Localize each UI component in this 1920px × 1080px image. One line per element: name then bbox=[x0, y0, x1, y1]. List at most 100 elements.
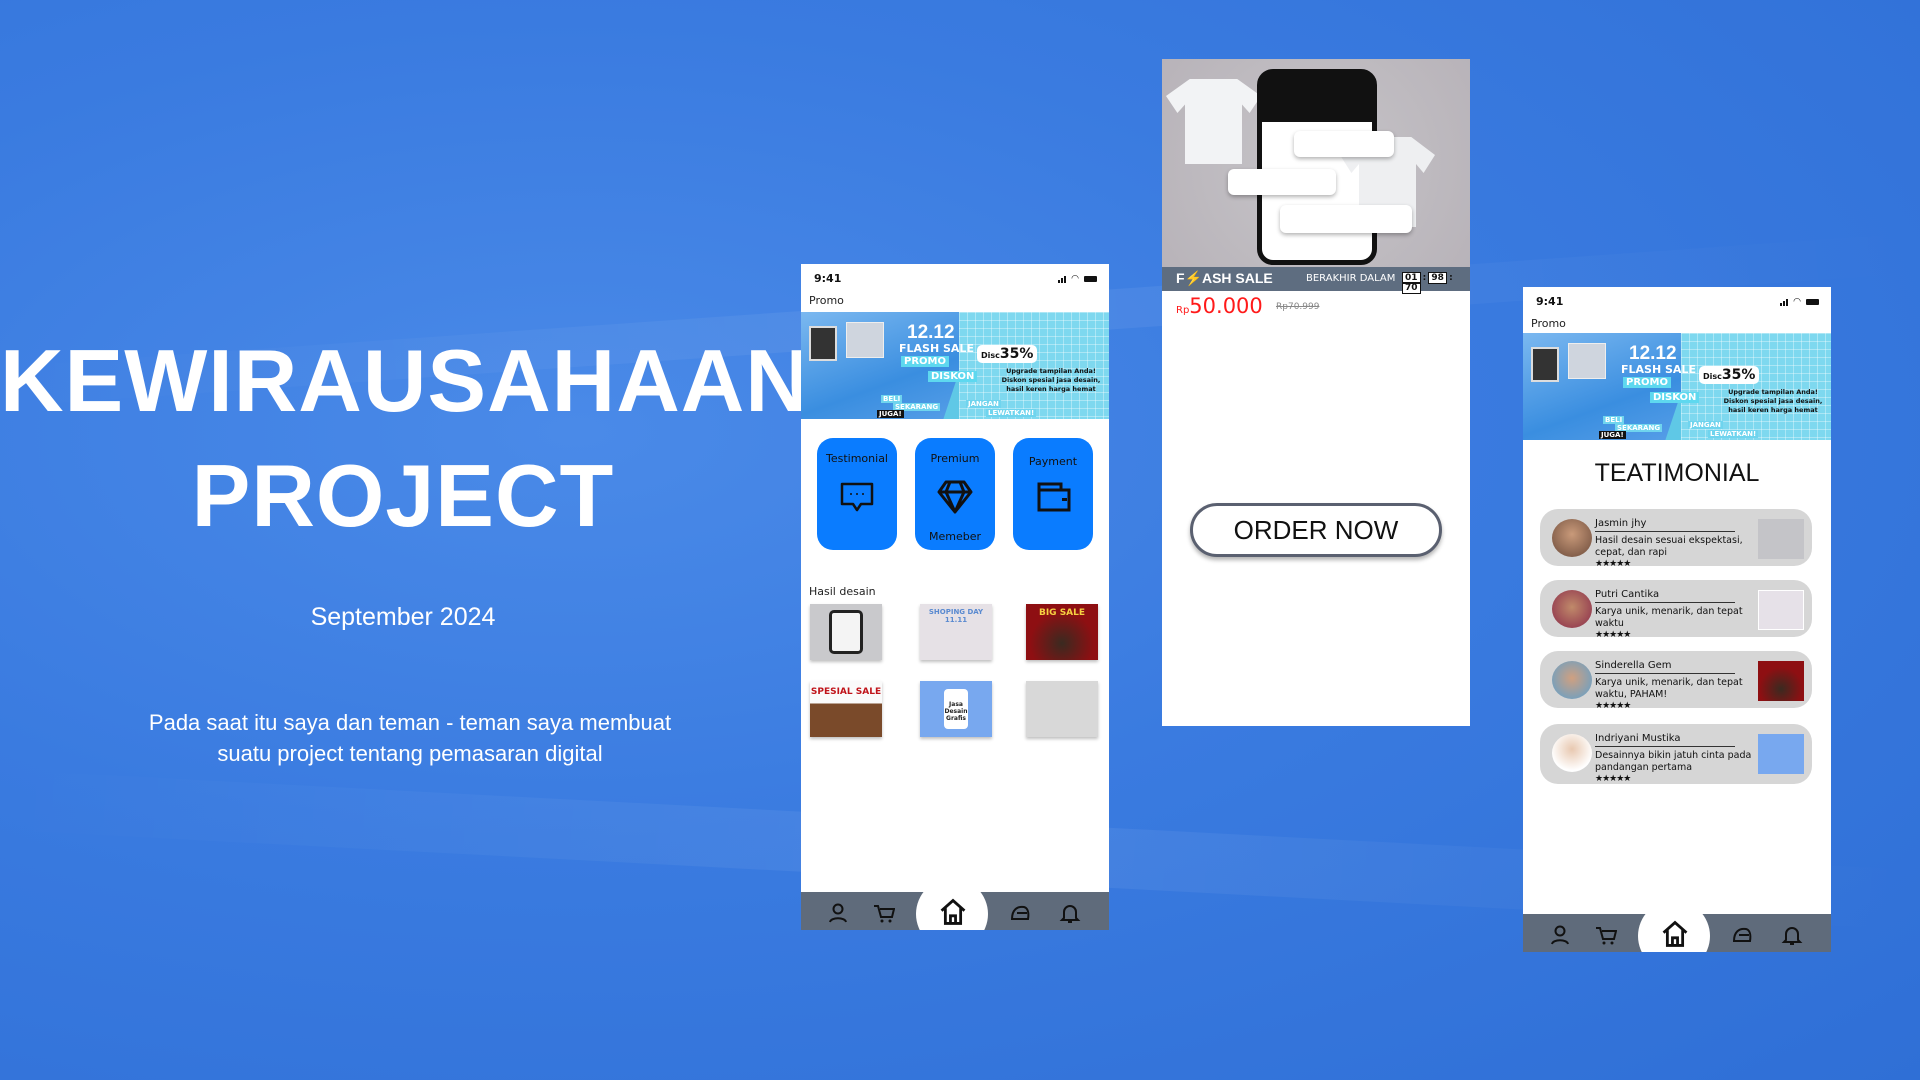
design-thumbnail bbox=[1758, 734, 1804, 774]
banner-text: Upgrade tampilan Anda! Diskon spesial ja… bbox=[1723, 388, 1823, 414]
testimonial-card[interactable]: Indriyani Mustika Desainnya bikin jatuh … bbox=[1540, 724, 1812, 784]
review-card-image bbox=[1280, 205, 1412, 233]
promo-label: Promo bbox=[809, 294, 844, 307]
banner-product-image bbox=[846, 322, 884, 358]
star-rating: ★★★★★ bbox=[1595, 774, 1631, 784]
slide-title: KEWIRAUSAHAAN bbox=[0, 331, 810, 430]
testimonial-text: Desainnya bikin jatuh cinta pada pandang… bbox=[1595, 750, 1752, 773]
countdown-timer: 01 : 98 : 70 bbox=[1402, 272, 1453, 294]
flash-sale-label: F⚡ASH SALE bbox=[1176, 270, 1273, 286]
testimonial-card[interactable]: Jasmin jhy Hasil desain sesuai ekspektas… bbox=[1540, 509, 1812, 569]
slide-description: Pada saat itu saya dan teman - teman say… bbox=[110, 707, 710, 769]
cart-icon[interactable] bbox=[1595, 924, 1617, 946]
diamond-icon bbox=[937, 480, 973, 514]
home-icon[interactable] bbox=[1660, 920, 1690, 948]
testimonial-name: Putri Cantika bbox=[1595, 589, 1735, 603]
profile-icon[interactable] bbox=[1549, 924, 1571, 946]
bottom-nav bbox=[801, 878, 1109, 930]
battery-icon bbox=[1806, 299, 1819, 305]
testimonial-button[interactable]: Testimonial bbox=[817, 438, 897, 550]
design-thumbnail[interactable]: BIG SALE bbox=[1026, 604, 1098, 660]
banner-jangan: JANGAN bbox=[966, 400, 1001, 408]
card-label: Payment bbox=[1028, 455, 1078, 468]
section-label: Hasil desain bbox=[809, 585, 876, 598]
ends-label: BERAKHIR DALAM bbox=[1306, 273, 1396, 284]
card-label: Testimonial bbox=[826, 452, 888, 465]
promo-label: Promo bbox=[1531, 317, 1566, 330]
profile-icon[interactable] bbox=[827, 902, 849, 924]
card-label: Premium bbox=[930, 452, 980, 465]
bell-icon[interactable] bbox=[1781, 924, 1803, 946]
wifi-icon: ◠ bbox=[1071, 274, 1079, 284]
price: Rp50.000 bbox=[1176, 294, 1263, 318]
avatar bbox=[1552, 661, 1592, 699]
order-now-button[interactable]: ORDER NOW bbox=[1190, 503, 1442, 557]
banner-discount: Disc35% bbox=[1699, 366, 1760, 384]
banner-beli: BELI bbox=[1603, 416, 1625, 424]
testimonial-name: Jasmin jhy bbox=[1595, 518, 1735, 532]
design-thumbnail-empty[interactable] bbox=[1026, 681, 1098, 737]
design-thumbnail[interactable]: SHOPING DAY 11.11 bbox=[920, 604, 992, 660]
banner-juga: JUGA! bbox=[877, 410, 904, 418]
banner-diskon: DISKON bbox=[928, 371, 978, 382]
banner-jangan: JANGAN bbox=[1688, 421, 1723, 429]
status-icons: ◠ bbox=[1058, 274, 1097, 284]
phone-testimonial-screen: 9:41 ◠ Promo 12.12 FLASH SALE PROMO DISK… bbox=[1523, 287, 1831, 952]
signal-icon bbox=[1058, 275, 1067, 283]
product-image bbox=[1162, 59, 1470, 267]
design-thumbnail bbox=[1758, 590, 1804, 630]
banner-flash: FLASH SALE bbox=[899, 342, 974, 355]
banner-lewatkan: LEWATKAN! bbox=[986, 409, 1037, 417]
testimonial-text: Karya unik, menarik, dan tepat waktu bbox=[1595, 606, 1743, 629]
testimonial-name: Indriyani Mustika bbox=[1595, 733, 1735, 747]
design-thumbnail[interactable]: SPESIAL SALE bbox=[810, 681, 882, 737]
status-time: 9:41 bbox=[814, 272, 842, 285]
chat-bubble-icon bbox=[840, 482, 874, 512]
phone-flash-sale-screen: F⚡ASH SALE BERAKHIR DALAM 01 : 98 : 70 R… bbox=[1162, 59, 1470, 726]
testimonial-name: Sinderella Gem bbox=[1595, 660, 1735, 674]
phone-home-screen: 9:41 ◠ Promo 12.12 FLASH SALE PROMO DISK… bbox=[801, 264, 1109, 930]
banner-product-image bbox=[809, 326, 837, 361]
helmet-icon[interactable] bbox=[1731, 924, 1753, 946]
design-thumbnail[interactable] bbox=[810, 604, 882, 660]
banner-date: 12.12 bbox=[907, 322, 955, 343]
premium-member-button[interactable]: Premium Memeber bbox=[915, 438, 995, 550]
avatar bbox=[1552, 590, 1592, 628]
status-time: 9:41 bbox=[1536, 295, 1564, 308]
home-icon[interactable] bbox=[938, 898, 968, 926]
description-line: suatu project tentang pemasaran digital bbox=[217, 741, 603, 766]
testimonial-card[interactable]: Putri Cantika Karya unik, menarik, dan t… bbox=[1540, 580, 1812, 640]
banner-juga: JUGA! bbox=[1599, 431, 1626, 439]
avatar bbox=[1552, 519, 1592, 557]
helmet-icon[interactable] bbox=[1009, 902, 1031, 924]
testimonial-heading: TEATIMONIAL bbox=[1594, 459, 1760, 487]
review-card-image bbox=[1294, 131, 1394, 157]
wifi-icon: ◠ bbox=[1793, 297, 1801, 307]
banner-discount: Disc35% bbox=[977, 345, 1038, 363]
banner-promo: PROMO bbox=[901, 356, 949, 367]
battery-icon bbox=[1084, 276, 1097, 282]
review-card-image bbox=[1228, 169, 1336, 195]
banner-date: 12.12 bbox=[1629, 343, 1677, 364]
flash-sale-bar: F⚡ASH SALE BERAKHIR DALAM 01 : 98 : 70 bbox=[1162, 267, 1470, 294]
banner-diskon: DISKON bbox=[1650, 392, 1700, 403]
slide-title-line2: PROJECT bbox=[191, 446, 615, 545]
wallet-icon bbox=[1037, 482, 1071, 512]
design-thumbnail bbox=[1758, 519, 1804, 559]
signal-icon bbox=[1780, 298, 1789, 306]
design-thumbnail[interactable]: Jasa Desain Grafis bbox=[920, 681, 992, 737]
promo-banner[interactable]: 12.12 FLASH SALE PROMO DISKON BELI SEKAR… bbox=[801, 312, 1109, 419]
banner-text: Upgrade tampilan Anda! Diskon spesial ja… bbox=[1001, 367, 1101, 393]
description-line: Pada saat itu saya dan teman - teman say… bbox=[148, 710, 672, 735]
testimonial-card[interactable]: Sinderella Gem Karya unik, menarik, dan … bbox=[1540, 651, 1812, 711]
cart-icon[interactable] bbox=[873, 902, 895, 924]
payment-button[interactable]: Payment bbox=[1013, 438, 1093, 550]
banner-product-image bbox=[1531, 347, 1559, 382]
testimonial-text: Hasil desain sesuai ekspektasi, cepat, d… bbox=[1595, 535, 1743, 558]
bell-icon[interactable] bbox=[1059, 902, 1081, 924]
status-icons: ◠ bbox=[1780, 297, 1819, 307]
promo-banner[interactable]: 12.12 FLASH SALE PROMO DISKON BELI SEKAR… bbox=[1523, 333, 1831, 440]
card-sublabel: Memeber bbox=[928, 530, 981, 543]
old-price: Rp70.999 bbox=[1276, 302, 1320, 312]
star-rating: ★★★★★ bbox=[1595, 701, 1631, 711]
